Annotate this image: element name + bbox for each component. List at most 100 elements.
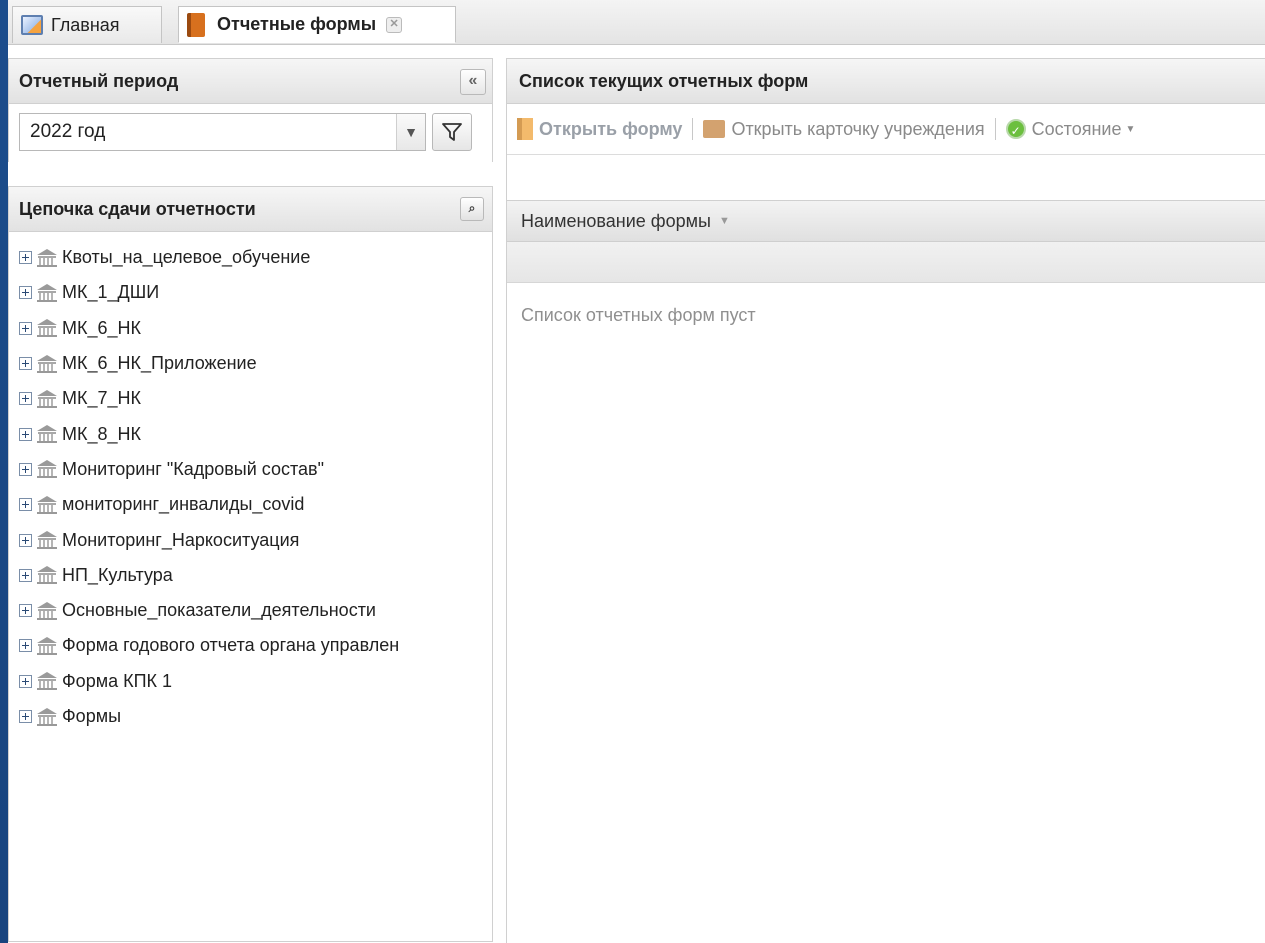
- institution-icon: [37, 601, 57, 620]
- expand-icon[interactable]: [19, 286, 32, 300]
- tree-item[interactable]: НП_Культура: [9, 558, 492, 593]
- tree-item[interactable]: МК_6_НК: [9, 311, 492, 346]
- empty-list-message: Список отчетных форм пуст: [521, 305, 756, 325]
- institution-icon: [37, 636, 57, 655]
- institution-icon: [37, 389, 57, 408]
- expand-icon[interactable]: [19, 568, 32, 582]
- tree-item[interactable]: Форма КПК 1: [9, 664, 492, 699]
- institution-icon: [37, 354, 57, 373]
- tree-item[interactable]: МК_8_НК: [9, 416, 492, 451]
- institution-icon: [37, 566, 57, 585]
- binoculars-icon[interactable]: ⌕: [460, 197, 484, 221]
- period-select-value: 2022 год: [30, 121, 106, 142]
- open-form-button[interactable]: Открыть форму: [517, 118, 682, 140]
- expand-icon[interactable]: [19, 462, 32, 476]
- left-panel: Отчетный период « 2022 год ▼ Цепочка сда…: [8, 58, 493, 943]
- institution-icon: [37, 460, 57, 479]
- expand-icon[interactable]: [19, 533, 32, 547]
- tree-item-label: мониторинг_инвалиды_covid: [62, 494, 305, 515]
- book-icon: [187, 12, 205, 37]
- chain-panel-header: Цепочка сдачи отчетности ⌕: [8, 186, 493, 232]
- forms-panel-title: Список текущих отчетных форм: [519, 70, 809, 91]
- tree-item[interactable]: Мониторинг "Кадровый состав": [9, 452, 492, 487]
- state-menu-button[interactable]: ✓ Состояние ▼: [1005, 118, 1136, 140]
- tree-item[interactable]: Квоты_на_целевое_обучение: [9, 240, 492, 275]
- chevron-down-icon: ▼: [1125, 123, 1136, 135]
- app-frame: Главная Отчетные формы ✕ Отчетный период…: [8, 0, 1265, 943]
- open-form-label: Открыть форму: [539, 118, 683, 139]
- tree-item-label: Мониторинг "Кадровый состав": [62, 458, 325, 479]
- briefcase-icon: [703, 120, 726, 138]
- tab-report-forms-label: Отчетные формы: [217, 14, 377, 34]
- period-select[interactable]: 2022 год ▼: [19, 113, 426, 151]
- tree-item[interactable]: Мониторинг_Наркоситуация: [9, 522, 492, 557]
- chain-panel-title: Цепочка сдачи отчетности: [19, 198, 256, 219]
- tree-item-label: Формы: [62, 706, 122, 726]
- tree-item-label: МК_8_НК: [62, 423, 141, 444]
- institution-icon: [37, 425, 57, 444]
- home-icon: [21, 15, 43, 35]
- right-panel: Список текущих отчетных форм Открыть фор…: [506, 58, 1265, 943]
- open-card-button[interactable]: Открыть карточку учреждения: [703, 118, 985, 140]
- period-panel-header: Отчетный период «: [8, 58, 493, 104]
- tree-item[interactable]: мониторинг_инвалиды_covid: [9, 487, 492, 522]
- tab-home[interactable]: Главная: [12, 6, 162, 43]
- period-row: 2022 год ▼: [8, 104, 493, 162]
- chain-tree: Квоты_на_целевое_обучение МК_1_ДШИ МК_6_НК…: [8, 232, 493, 942]
- tab-report-forms[interactable]: Отчетные формы ✕: [178, 6, 456, 43]
- chevron-down-icon[interactable]: ▼: [396, 114, 425, 150]
- column-header-form-name[interactable]: Наименование формы ▼: [507, 200, 1265, 242]
- sort-caret-icon[interactable]: ▼: [719, 215, 730, 227]
- tree-item[interactable]: МК_1_ДШИ: [9, 275, 492, 310]
- expand-icon[interactable]: [19, 392, 32, 406]
- expand-icon[interactable]: [19, 639, 32, 653]
- institution-icon: [37, 707, 57, 726]
- institution-icon: [37, 248, 57, 267]
- forms-toolbar: Открыть форму Открыть карточку учреждени…: [507, 104, 1265, 155]
- tree-item[interactable]: МК_7_НК: [9, 381, 492, 416]
- check-circle-icon: ✓: [1005, 119, 1026, 139]
- tree-item-label: МК_6_НК: [62, 317, 141, 338]
- forms-panel-header: Список текущих отчетных форм: [507, 58, 1265, 104]
- institution-icon: [37, 672, 57, 691]
- period-panel-title: Отчетный период: [19, 70, 179, 91]
- tree-item-label: НП_Культура: [62, 564, 173, 585]
- expand-icon[interactable]: [19, 674, 32, 688]
- expand-icon[interactable]: [19, 710, 32, 723]
- close-icon[interactable]: ✕: [386, 16, 403, 33]
- tree-item-label: МК_1_ДШИ: [62, 282, 160, 303]
- tab-home-label: Главная: [51, 14, 120, 35]
- expand-icon[interactable]: [19, 498, 32, 512]
- tree-item[interactable]: МК_6_НК_Приложение: [9, 346, 492, 381]
- toolbar-separator: [994, 118, 996, 140]
- tree-item-label: Форма годового отчета органа управлен: [62, 635, 400, 656]
- filter-icon: [442, 123, 462, 141]
- tree-item-label: Форма КПК 1: [62, 670, 173, 691]
- tree-item-label: МК_6_НК_Приложение: [62, 353, 257, 374]
- tree-item-label: Квоты_на_целевое_обучение: [62, 247, 311, 268]
- form-icon: [517, 118, 533, 140]
- collapse-panel-button[interactable]: «: [460, 69, 486, 95]
- expand-icon[interactable]: [19, 357, 32, 371]
- grid-toolbar-space: [507, 155, 1265, 200]
- grid-filter-row: [507, 242, 1265, 283]
- expand-icon[interactable]: [19, 251, 32, 265]
- tree-item[interactable]: Форма годового отчета органа управлен: [9, 628, 492, 663]
- expand-icon[interactable]: [19, 604, 32, 618]
- tree-item-label: Мониторинг_Наркоситуация: [62, 529, 300, 550]
- tree-item[interactable]: Основные_показатели_деятельности: [9, 593, 492, 628]
- toolbar-separator: [692, 118, 694, 140]
- institution-icon: [37, 531, 57, 550]
- column-header-label: Наименование формы: [521, 210, 711, 231]
- open-card-label: Открыть карточку учреждения: [731, 118, 985, 139]
- institution-icon: [37, 495, 57, 514]
- state-label: Состояние: [1031, 118, 1122, 139]
- tab-bar: Главная Отчетные формы ✕: [8, 0, 1265, 45]
- expand-icon[interactable]: [19, 321, 32, 335]
- filter-button[interactable]: [432, 113, 472, 151]
- expand-icon[interactable]: [19, 427, 32, 441]
- tree-item[interactable]: Формы: [9, 699, 492, 734]
- tree-item-label: МК_7_НК: [62, 388, 141, 409]
- institution-icon: [37, 283, 57, 302]
- institution-icon: [37, 319, 57, 338]
